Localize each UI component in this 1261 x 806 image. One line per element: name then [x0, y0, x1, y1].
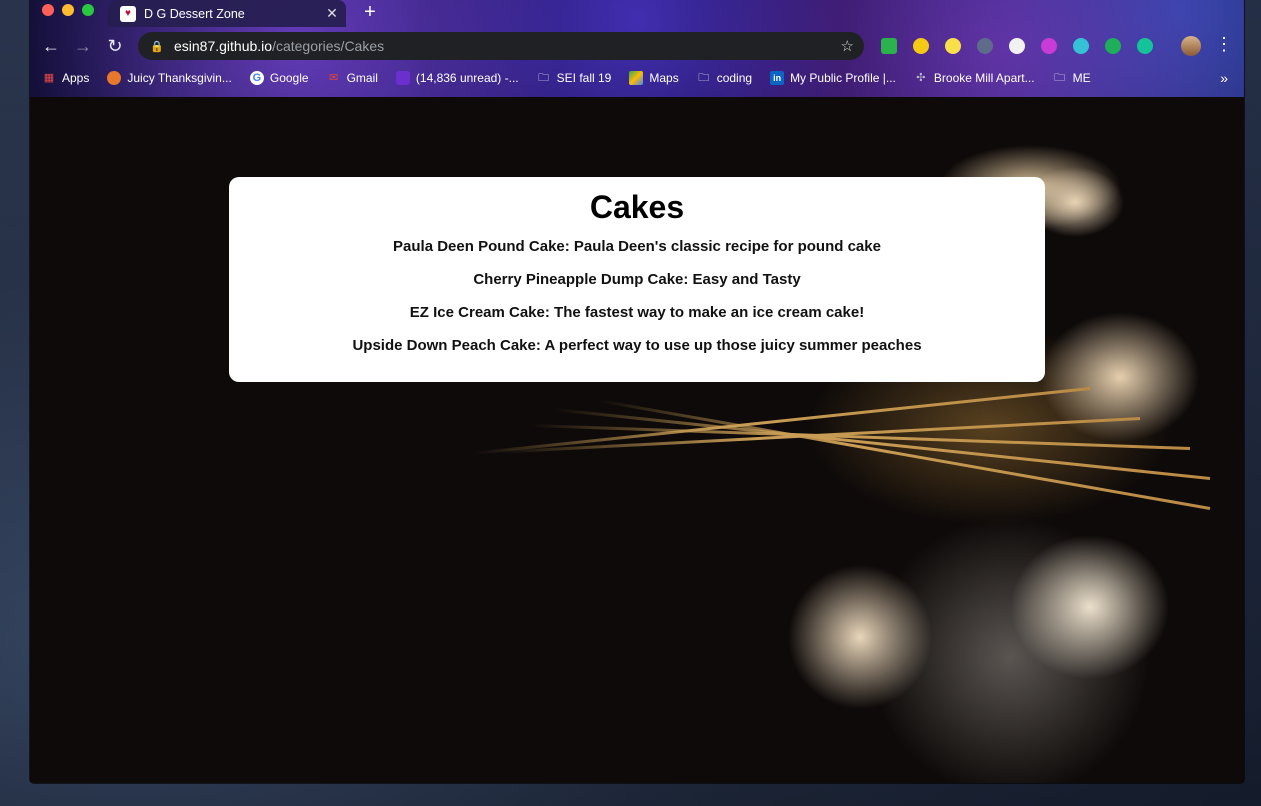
recipe-link[interactable]: Cherry Pineapple Dump Cake: Easy and Tas… [229, 271, 1045, 288]
category-card: Cakes Paula Deen Pound Cake: Paula Deen'… [229, 177, 1045, 382]
close-tab-icon[interactable]: ✕ [322, 5, 342, 22]
bookmark-me[interactable]: 🗀 ME [1053, 71, 1091, 85]
apps-grid-icon: ▦ [43, 72, 55, 84]
cupcake-icon: ♥ [120, 5, 136, 22]
recipe-link[interactable]: Paula Deen Pound Cake: Paula Deen's clas… [229, 238, 1045, 255]
browser-chrome: ♥ D G Dessert Zone ✕ + ← → ↻ 🔒 esin87.gi… [30, 0, 1244, 97]
url-path: /categories/Cakes [272, 38, 385, 54]
grammarly-extension-icon[interactable] [1137, 38, 1153, 54]
fullscreen-window-button[interactable] [82, 4, 94, 16]
bookmark-label: coding [716, 71, 753, 85]
bookmark-maps[interactable]: Maps [629, 71, 679, 85]
leaf-extension-icon[interactable] [1105, 38, 1121, 54]
page-content: Cakes Paula Deen Pound Cake: Paula Deen'… [30, 97, 1244, 783]
page-title: Cakes [589, 189, 685, 225]
bookmark-label: Google [269, 71, 309, 85]
bookmarks-bar: ▦ Apps Juicy Thanksgivin... G Google ✉ Gmai… [30, 65, 1244, 91]
recipe-link[interactable]: Upside Down Peach Cake: A perfect way to… [229, 337, 1045, 354]
graphql-extension-icon[interactable] [1041, 38, 1057, 54]
folder-icon: 🗀 [538, 72, 550, 84]
gmail-icon: ✉ [328, 72, 339, 84]
bookmark-gmail[interactable]: ✉ Gmail [327, 71, 378, 85]
profile-avatar[interactable] [1181, 36, 1201, 56]
bookmark-google[interactable]: G Google [249, 71, 309, 85]
bookmark-brooke-mill[interactable]: ✣ Brooke Mill Apart... [914, 71, 1035, 85]
lock-icon: 🔒 [150, 40, 164, 53]
search-extension-icon[interactable] [913, 38, 929, 54]
forward-button[interactable]: → [72, 35, 94, 57]
wheat-stalk [599, 399, 1211, 510]
tab-title: D G Dessert Zone [144, 6, 245, 21]
folder-icon: 🗀 [1054, 72, 1066, 84]
bookmark-label: SEI fall 19 [556, 71, 612, 85]
browser-window: ♥ D G Dessert Zone ✕ + ← → ↻ 🔒 esin87.gi… [30, 0, 1244, 783]
site-favicon-icon: ✣ [916, 72, 926, 84]
folder-icon: 🗀 [698, 72, 710, 84]
close-window-button[interactable] [42, 4, 54, 16]
bookmark-label: Maps [649, 71, 679, 85]
bookmark-unread-mail[interactable]: (14,836 unread) -... [395, 71, 519, 85]
google-icon: G [249, 71, 264, 85]
bookmark-label: Juicy Thanksgivin... [127, 71, 232, 85]
bookmark-label: (14,836 unread) -... [415, 71, 519, 85]
browser-toolbar: ← → ↻ 🔒 esin87.github.io/categories/Cake… [30, 27, 1244, 65]
new-tab-button[interactable]: + [359, 2, 381, 24]
bookmark-label: Apps [62, 71, 90, 85]
bookmark-juicy-thanksgiving[interactable]: Juicy Thanksgivin... [107, 71, 232, 85]
address-bar[interactable]: 🔒 esin87.github.io/categories/Cakes ☆ [138, 32, 864, 60]
bookmark-apps[interactable]: ▦ Apps [42, 71, 90, 85]
mail-icon [395, 71, 410, 85]
recipe-link[interactable]: EZ Ice Cream Cake: The fastest way to ma… [229, 304, 1045, 321]
react-extension-icon[interactable] [1073, 38, 1089, 54]
bookmark-star-icon[interactable]: ☆ [841, 37, 854, 55]
bookmark-label: ME [1072, 71, 1091, 85]
browser-tab[interactable]: ♥ D G Dessert Zone ✕ [108, 0, 346, 27]
back-button[interactable]: ← [40, 35, 62, 57]
more-bookmarks-icon[interactable]: » [1220, 70, 1228, 86]
podcast-extension-icon[interactable] [977, 38, 993, 54]
bookmark-label: Brooke Mill Apart... [933, 71, 1035, 85]
browser-menu-icon[interactable]: ⋮ [1215, 34, 1233, 55]
bookmark-sei-fall-19[interactable]: 🗀 SEI fall 19 [537, 71, 612, 85]
linkedin-icon: in [770, 71, 785, 85]
home-extension-icon[interactable] [945, 38, 961, 54]
minimize-window-button[interactable] [62, 4, 74, 16]
bookmark-coding[interactable]: 🗀 coding [697, 71, 752, 85]
bookmark-label: Gmail [346, 71, 378, 85]
maps-icon [629, 71, 644, 85]
wheat-stalk [473, 387, 1091, 455]
url-host: esin87.github.io [174, 38, 273, 54]
reload-button[interactable]: ↻ [104, 35, 126, 57]
json-extension-icon[interactable] [1009, 38, 1025, 54]
bookmark-public-profile[interactable]: in My Public Profile |... [770, 71, 896, 85]
site-favicon-icon [107, 71, 122, 85]
checkbox-extension-icon[interactable] [881, 38, 897, 54]
bookmark-label: My Public Profile |... [790, 71, 896, 85]
